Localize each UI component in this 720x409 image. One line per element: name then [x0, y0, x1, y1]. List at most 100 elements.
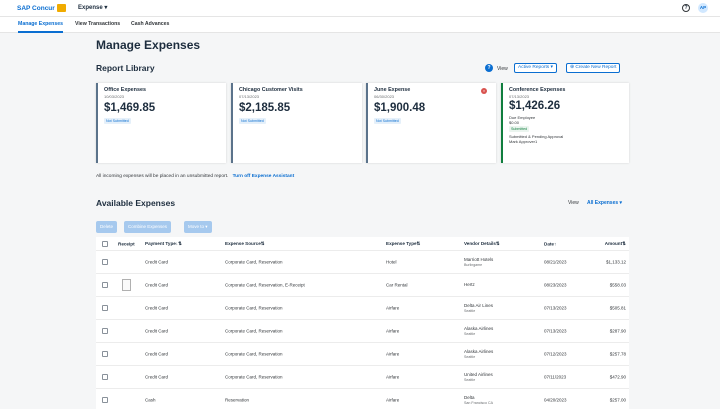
vendor-details: Delta San Francisco CA — [464, 395, 493, 405]
select-all-checkbox[interactable] — [102, 240, 108, 247]
report-card-conference-expenses[interactable]: Conference Expenses 07/13/2023 $1,426.26… — [501, 83, 629, 163]
move-to-button[interactable]: Move to ▾ — [184, 221, 212, 233]
table-row[interactable]: Credit Card Corporate Card, Reservation Ai… — [96, 366, 629, 389]
column-header-amount[interactable]: Amount⇅ — [605, 241, 626, 247]
vendor-name: Alaska Airlines — [464, 326, 494, 331]
payment-type: Cash — [145, 397, 156, 403]
expense-amount: $257.00 — [609, 397, 626, 403]
status-badge: Not Submitted — [239, 118, 266, 124]
vendor-details: Marriott Hotels Burlingame — [464, 257, 493, 267]
sub-navigation: Manage Expenses View Transactions Cash A… — [0, 17, 720, 33]
report-library-title: Report Library — [96, 63, 155, 73]
row-checkbox[interactable] — [102, 305, 108, 311]
expense-amount: $505.81 — [609, 305, 626, 311]
expense-date: 04/20/2023 — [544, 397, 567, 403]
expense-menu[interactable]: Expense ▾ — [78, 4, 107, 11]
expense-amount: $472.90 — [609, 374, 626, 380]
column-header-payment-type[interactable]: Payment Type↓⇅ — [145, 241, 182, 247]
status-badge: Submitted — [509, 126, 530, 132]
available-expenses-title: Available Expenses — [96, 198, 176, 208]
create-new-report-button[interactable]: ⊕ Create New Report — [566, 63, 621, 73]
delete-button[interactable]: Delete — [96, 221, 118, 233]
brand-name: SAP Concur — [17, 4, 55, 12]
column-header-receipt[interactable]: Receipt — [118, 241, 135, 246]
vendor-details: Alaska Airlines Seattle — [464, 326, 493, 336]
payment-type: Credit Card — [145, 259, 169, 265]
expense-date: 07/13/2023 — [544, 305, 567, 311]
row-checkbox[interactable] — [102, 328, 108, 334]
table-row[interactable]: Credit Card Corporate Card, Reservation, … — [96, 274, 629, 297]
tab-cash-advances[interactable]: Cash Advances — [131, 21, 169, 27]
table-row[interactable]: Credit Card Corporate Card, Reservation Ai… — [96, 297, 629, 320]
turn-off-expense-assistant-link[interactable]: Turn off Expense Assistant — [233, 174, 295, 179]
table-row[interactable]: Credit Card Corporate Card, Reservation Ho… — [96, 251, 629, 274]
payment-type: Credit Card — [145, 328, 169, 334]
vendor-details: Hertz — [464, 282, 475, 288]
vendor-location: Seattle — [464, 378, 476, 382]
column-header-vendor-details[interactable]: Vendor Details⇅ — [464, 241, 500, 247]
column-header-date[interactable]: Date↑ — [544, 241, 556, 246]
active-reports-dropdown[interactable]: Active Reports ▾ — [514, 63, 557, 73]
expense-type: Hotel — [386, 259, 397, 265]
row-checkbox[interactable] — [102, 374, 108, 380]
all-expenses-dropdown[interactable]: All Expenses ▾ — [587, 200, 622, 206]
expense-date: 08/23/2023 — [544, 282, 567, 288]
expenses-table: Receipt Payment Type↓⇅ Expense Source⇅ E… — [96, 237, 629, 409]
brand-logo-icon — [56, 4, 66, 12]
sap-concur-logo[interactable]: SAP Concur — [17, 4, 66, 12]
vendor-location: Seattle — [464, 309, 476, 313]
column-header-expense-source[interactable]: Expense Source⇅ — [225, 241, 265, 247]
report-card-title: Office Expenses — [104, 87, 146, 93]
expense-amount: $558.03 — [609, 282, 626, 288]
report-card-office-expenses[interactable]: Office Expenses 10/03/2023 $1,469.85 Not… — [96, 83, 226, 163]
receipt-thumbnail[interactable] — [122, 279, 131, 291]
expense-menu-label: Expense — [78, 5, 103, 11]
tab-manage-expenses[interactable]: Manage Expenses — [18, 21, 63, 33]
expense-amount: $257.78 — [609, 351, 626, 357]
avatar[interactable]: AP — [698, 3, 708, 13]
expense-type: Car Rental — [386, 282, 408, 288]
info-icon[interactable]: ? — [485, 64, 493, 72]
vendor-location: Seattle — [464, 332, 476, 336]
table-row[interactable]: Credit Card Corporate Card, Reservation Ai… — [96, 343, 629, 366]
report-card-amount: $1,900.48 — [374, 102, 426, 114]
row-checkbox[interactable] — [102, 397, 108, 403]
due-employee-amount: $0.00 — [509, 120, 520, 125]
row-checkbox[interactable] — [102, 351, 108, 357]
combine-expenses-button[interactable]: Combine Expenses — [124, 221, 172, 233]
status-badge: Not Submitted — [104, 118, 131, 124]
expense-assistant-text: All incoming expenses will be placed in … — [96, 174, 229, 179]
expense-source: Corporate Card, Reservation — [225, 259, 283, 265]
report-card-date: 07/13/2023 — [239, 94, 260, 99]
page-title: Manage Expenses — [96, 38, 201, 52]
expense-date: 07/11/2023 — [544, 374, 567, 380]
expense-date: 07/12/2023 — [544, 351, 567, 357]
report-card-title: Chicago Customer Visits — [239, 87, 303, 93]
view-label: View — [568, 200, 579, 206]
table-row[interactable]: Cash Reservation Airfare Delta San Francisco… — [96, 389, 629, 409]
shell-bar: SAP Concur Expense ▾ ? AP — [0, 0, 720, 17]
report-card-date: 10/03/2023 — [104, 94, 125, 99]
expense-type: Airfare — [386, 374, 400, 380]
expense-assistant-note: All incoming expenses will be placed in … — [96, 174, 294, 179]
chevron-down-icon: ▾ — [104, 5, 108, 11]
approver-name: Mark Approver1 — [509, 139, 538, 144]
delete-report-icon[interactable]: × — [481, 88, 487, 94]
payment-type: Credit Card — [145, 305, 169, 311]
report-card-chicago-customer-visits[interactable]: Chicago Customer Visits 07/13/2023 $2,18… — [231, 83, 362, 163]
row-checkbox[interactable] — [102, 282, 108, 288]
table-row[interactable]: Credit Card Corporate Card, Reservation Ai… — [96, 320, 629, 343]
vendor-location: Seattle — [464, 355, 476, 359]
report-card-june-expense[interactable]: June Expense 06/30/2023 $1,900.48 Not Su… — [366, 83, 496, 163]
help-icon[interactable]: ? — [682, 4, 690, 12]
expense-source: Reservation — [225, 397, 250, 403]
vendor-details: United Airlines Seattle — [464, 372, 493, 382]
row-checkbox[interactable] — [102, 259, 108, 265]
column-header-expense-type[interactable]: Expense Type⇅ — [386, 241, 420, 247]
tab-view-transactions[interactable]: View Transactions — [75, 21, 120, 27]
report-card-date: 06/30/2023 — [374, 94, 395, 99]
report-card-title: Conference Expenses — [509, 87, 566, 93]
expense-amount: $1,133.12 — [605, 259, 626, 265]
status-badge: Not Submitted — [374, 118, 401, 124]
expense-source: Corporate Card, Reservation — [225, 351, 283, 357]
